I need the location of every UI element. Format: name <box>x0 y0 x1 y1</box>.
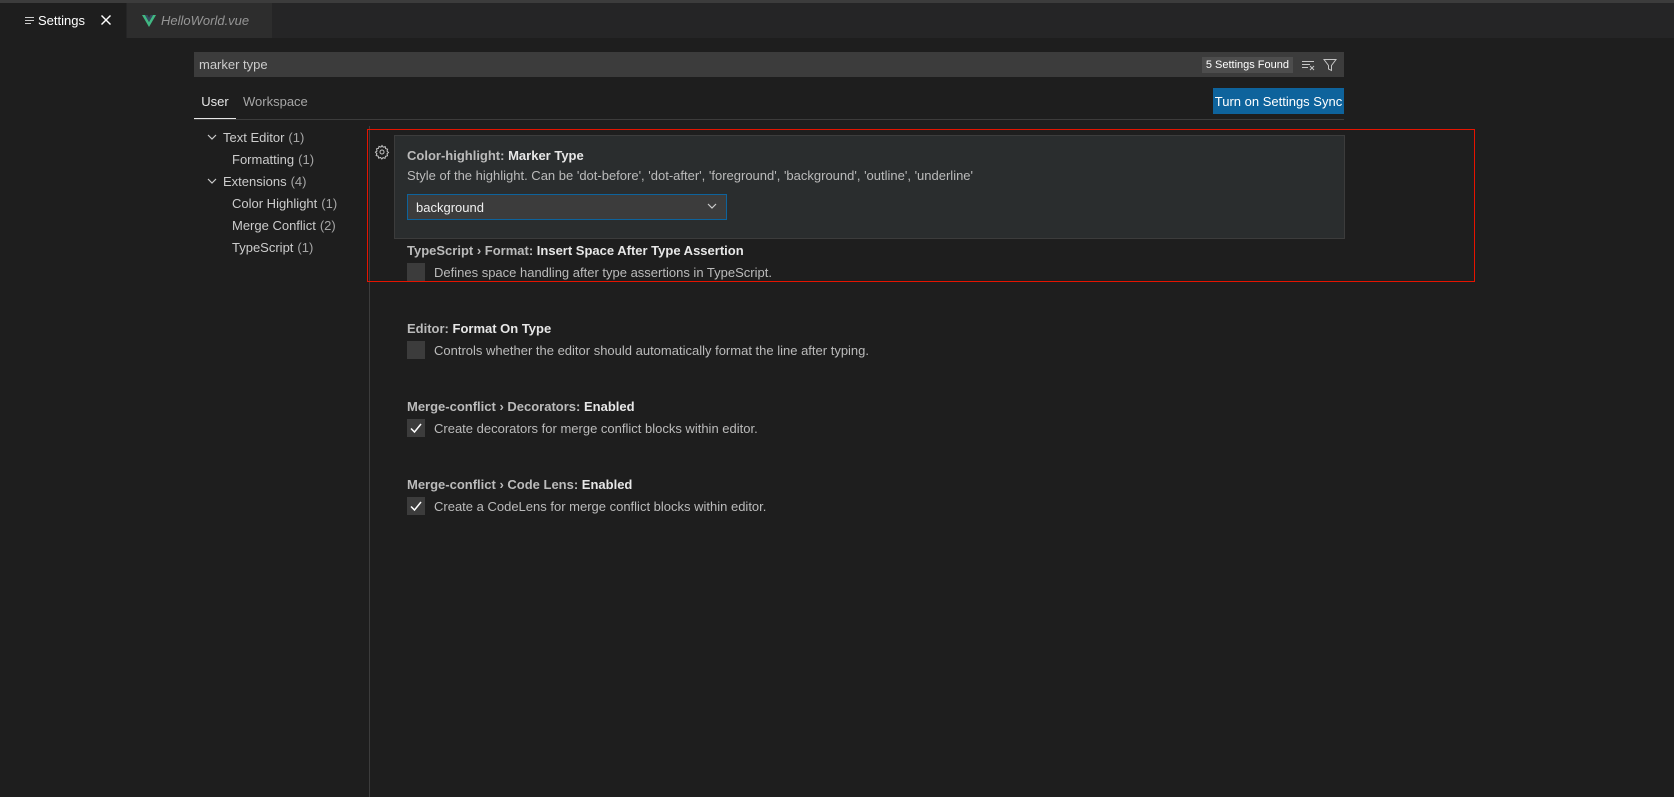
tab-label: HelloWorld.vue <box>161 13 250 28</box>
setting-description: Style of the highlight. Can be 'dot-befo… <box>407 168 974 183</box>
setting-description: Defines space handling after type assert… <box>434 265 772 280</box>
filter-icon[interactable] <box>1319 54 1341 76</box>
chevron-down-icon <box>204 170 220 192</box>
close-tab-icon[interactable] <box>99 13 113 27</box>
setting-name: Format On Type <box>452 321 552 336</box>
settings-search-input[interactable] <box>194 51 1202 78</box>
toc-count: (2) <box>319 217 336 233</box>
setting-format-on-type: Editor: Format On Type Controls whether … <box>407 319 1347 361</box>
toc-item-typescript[interactable]: TypeScript (1) <box>194 236 364 258</box>
toc-count: (4) <box>290 173 307 189</box>
tab-helloworld-vue[interactable]: HelloWorld.vue <box>127 3 272 38</box>
setting-control-row: Create a CodeLens for merge conflict blo… <box>407 495 1347 517</box>
select-value: background <box>416 199 484 215</box>
toc-item-merge-conflict[interactable]: Merge Conflict (2) <box>194 214 364 236</box>
editor-tab-bar: Settings HelloWorld.vue <box>0 3 1674 38</box>
toc-label: Merge Conflict <box>232 217 316 233</box>
settings-search-box: 5 Settings Found <box>194 51 1344 78</box>
toc-count: (1) <box>297 239 314 255</box>
setting-control-row: Controls whether the editor should autom… <box>407 339 1347 361</box>
setting-description: Create a CodeLens for merge conflict blo… <box>434 499 767 514</box>
toc-label: TypeScript <box>232 239 294 255</box>
tab-label: Settings <box>38 13 85 28</box>
toc-label: Text Editor <box>223 129 285 145</box>
insert-space-checkbox[interactable] <box>407 263 425 281</box>
setting-category: Color-highlight: <box>407 148 509 163</box>
chevron-down-icon <box>706 200 718 215</box>
setting-name: Insert Space After Type Assertion <box>536 243 744 258</box>
tab-user-settings[interactable]: User <box>194 91 236 119</box>
checkmark-icon <box>410 423 422 434</box>
gear-icon[interactable] <box>374 144 390 160</box>
toc-count: (1) <box>321 195 338 211</box>
decorators-enabled-checkbox[interactable] <box>407 419 425 437</box>
setting-marker-type: Color-highlight: Marker Type Style of th… <box>407 146 1347 220</box>
setting-name: Enabled <box>583 399 635 414</box>
settings-count-badge: 5 Settings Found <box>1201 56 1293 73</box>
marker-type-select[interactable]: background <box>407 194 727 220</box>
toc-count: (1) <box>298 151 315 167</box>
toc-label: Color Highlight <box>232 195 318 211</box>
vue-file-icon <box>141 14 157 27</box>
setting-title: TypeScript › Format: Insert Space After … <box>407 241 1347 261</box>
tab-workspace-settings[interactable]: Workspace <box>243 91 308 119</box>
checkmark-icon <box>410 501 422 512</box>
toc-item-text-editor[interactable]: Text Editor (1) <box>194 126 364 148</box>
setting-title: Merge-conflict › Decorators: Enabled <box>407 397 1347 417</box>
setting-name: Enabled <box>581 477 633 492</box>
turn-on-settings-sync-button[interactable]: Turn on Settings Sync <box>1213 88 1344 114</box>
setting-title: Color-highlight: Marker Type <box>407 146 1347 166</box>
setting-title: Merge-conflict › Code Lens: Enabled <box>407 475 1347 495</box>
chevron-down-icon <box>204 126 220 148</box>
setting-category: Merge-conflict › Code Lens: <box>407 477 582 492</box>
format-on-type-checkbox[interactable] <box>407 341 425 359</box>
clear-filter-icon[interactable] <box>1297 54 1319 76</box>
settings-editor-icon <box>22 15 38 27</box>
setting-name: Marker Type <box>508 148 584 163</box>
setting-description: Create decorators for merge conflict blo… <box>434 421 758 436</box>
setting-control-row: Defines space handling after type assert… <box>407 261 1347 283</box>
setting-description: Controls whether the editor should autom… <box>434 343 870 358</box>
setting-category: Merge-conflict › Decorators: <box>407 399 584 414</box>
setting-category: Editor: <box>407 321 453 336</box>
setting-merge-conflict-code-lens: Merge-conflict › Code Lens: Enabled Crea… <box>407 475 1347 517</box>
code-lens-enabled-checkbox[interactable] <box>407 497 425 515</box>
toc-label: Formatting <box>232 151 295 167</box>
toc-item-extensions[interactable]: Extensions (4) <box>194 170 364 192</box>
setting-merge-conflict-decorators: Merge-conflict › Decorators: Enabled Cre… <box>407 397 1347 439</box>
scope-divider <box>194 119 1344 120</box>
settings-table-of-contents: Text Editor (1) Formatting (1) Extension… <box>194 126 364 258</box>
toc-item-formatting[interactable]: Formatting (1) <box>194 148 364 170</box>
settings-editor: 5 Settings Found User Workspace Turn on … <box>0 38 1674 797</box>
setting-insert-space-after-type-assertion: TypeScript › Format: Insert Space After … <box>407 241 1347 283</box>
setting-title: Editor: Format On Type <box>407 319 1347 339</box>
toc-item-color-highlight[interactable]: Color Highlight (1) <box>194 192 364 214</box>
setting-category: TypeScript › Format: <box>407 243 537 258</box>
setting-control-row: Create decorators for merge conflict blo… <box>407 417 1347 439</box>
toc-label: Extensions <box>223 173 287 189</box>
tab-settings[interactable]: Settings <box>0 3 126 38</box>
toc-count: (1) <box>288 129 305 145</box>
